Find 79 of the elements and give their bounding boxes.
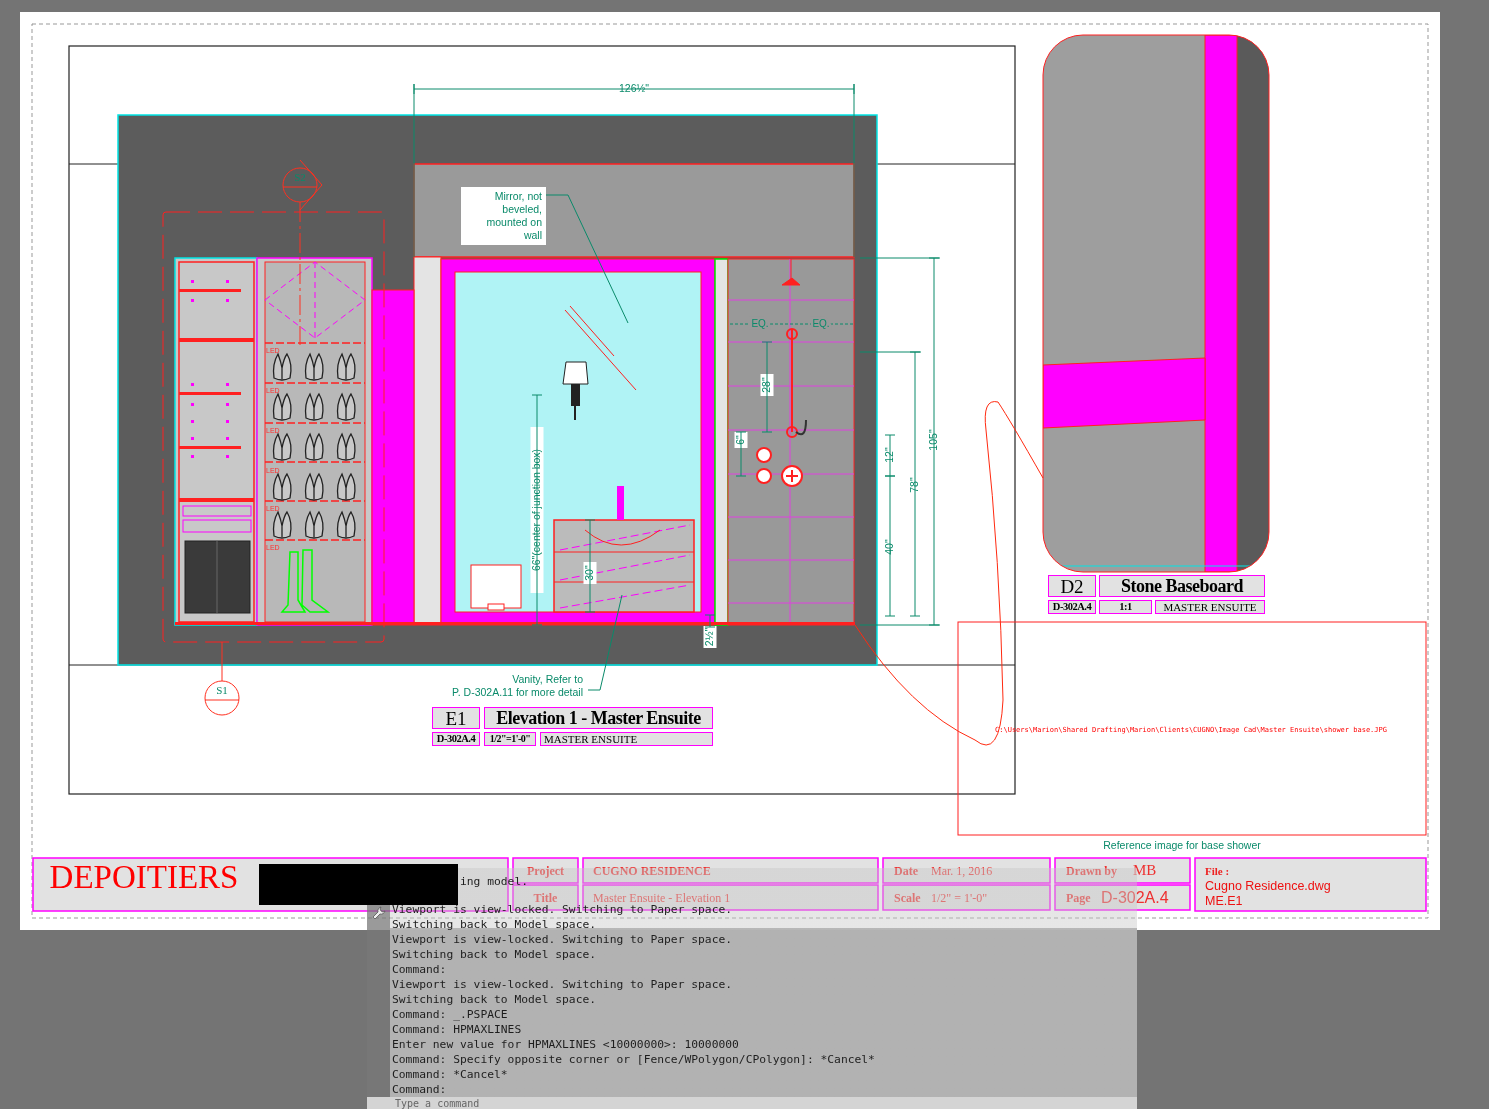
shoe-icon — [304, 473, 324, 501]
field-value: Cugno Residence.dwg — [1205, 879, 1331, 894]
wall-sconce-icon — [562, 361, 589, 421]
dimension-label: 105" — [926, 429, 939, 451]
dimension-line — [704, 614, 716, 628]
shoe-icon — [304, 511, 324, 539]
shoe-icon — [304, 433, 324, 461]
shoe-icon — [336, 473, 356, 501]
command-history-line: Enter new value for HPMAXLINES <10000000>: 10000000 — [392, 1037, 740, 1052]
sheet-reference: D-302A.4 — [1048, 600, 1096, 614]
equal-mark: EQ. — [751, 317, 769, 329]
equal-mark: EQ. — [812, 317, 830, 329]
view-title: Stone Baseboard — [1099, 575, 1265, 597]
field-value: Mar. 1, 2016 — [931, 863, 993, 878]
command-history-line: Command: Specify opposite corner or [Fence/WPolygon/CPolygon]: *Cancel* — [392, 1052, 876, 1067]
shoe-icon — [304, 393, 324, 421]
command-history-line: Command: _.PSPACE — [392, 1007, 509, 1022]
command-history-line: Command: — [392, 1082, 448, 1097]
view-id: D2 — [1048, 575, 1096, 597]
waste-bin-drawing — [470, 564, 522, 611]
field-value: Master Ensuite - Elevation 1 — [593, 890, 731, 905]
image-caption: Reference image for base shower — [1103, 838, 1261, 851]
shoe-icon — [336, 511, 356, 539]
command-history-line: Viewport is view-locked. Switching to Paper space. — [392, 932, 734, 947]
command-history-line: Switching back to Model space. — [392, 917, 598, 932]
dimension-label: 126½" — [619, 81, 649, 94]
sheet-reference: D-302A.4 — [432, 732, 480, 746]
shoe-icon — [272, 433, 292, 461]
annotation-note: Vanity, Refer to P. D-302A.11 for more detail — [451, 673, 583, 699]
scale-label: 1/2"=1'-0" — [484, 732, 536, 746]
shoe-icon — [304, 353, 324, 381]
field-value: 1/2" = 1'-0" — [931, 890, 988, 905]
command-history-line: Viewport is view-locked. Switching to Paper space. — [392, 977, 734, 992]
room-label: MASTER ENSUITE — [1155, 600, 1265, 614]
field-label: Page — [1066, 890, 1091, 905]
dimension-label: 40" — [882, 539, 895, 555]
field-value: ME.E1 — [1205, 894, 1243, 909]
shoe-icon — [272, 353, 292, 381]
field-label: Title — [533, 890, 558, 905]
command-input-field[interactable]: Type a command — [367, 1097, 1137, 1109]
view-id: E1 — [432, 707, 480, 729]
command-history-line: Command: *Cancel* — [392, 1067, 509, 1082]
dimension-label: 78" — [907, 477, 920, 493]
command-history-line: Switching back to Model space. — [392, 947, 598, 962]
field-value: MB — [1133, 862, 1157, 879]
command-history-line: Switching back to Model space. — [392, 992, 598, 1007]
dimension-line — [735, 431, 747, 477]
command-history-line: Command: HPMAXLINES — [392, 1022, 523, 1037]
field-label: File : — [1205, 864, 1230, 877]
field-label: Drawn by — [1066, 863, 1117, 878]
field-value: D-302A.4 — [1101, 889, 1169, 907]
shoe-icon — [272, 393, 292, 421]
shoe-icon — [336, 433, 356, 461]
field-label: Scale — [894, 890, 921, 905]
section-marker-label: S2 — [294, 170, 306, 183]
dimension-label: 6" — [733, 435, 746, 445]
scale-label: 1:1 — [1099, 600, 1152, 614]
section-marker-label: S1 — [216, 683, 228, 696]
dimension-label: 2½" — [702, 627, 715, 647]
annotation-note: Mirror, not beveled, mounted on wall — [461, 187, 546, 245]
dimension-label: 66"(center of junction box) — [529, 448, 542, 572]
company-name: DEPOITIERS — [49, 858, 239, 895]
view-title: Elevation 1 - Master Ensuite — [484, 707, 713, 729]
field-label: Project — [526, 863, 565, 878]
shoe-icon — [272, 473, 292, 501]
shoe-icon — [272, 511, 292, 539]
dimension-label: 28" — [759, 377, 772, 393]
field-label: Date — [894, 863, 918, 878]
shoe-icon — [336, 393, 356, 421]
command-history-line: ing model. — [460, 875, 528, 889]
command-input[interactable]: Type a command — [395, 1097, 695, 1109]
command-history-line: Viewport is view-locked. Switching to Paper space. — [392, 902, 734, 917]
room-label: MASTER ENSUITE — [540, 732, 713, 746]
dimension-label: 12" — [882, 447, 895, 463]
command-history-line: Command: — [392, 962, 448, 977]
shoe-icon — [336, 353, 356, 381]
wrench-icon — [371, 906, 386, 920]
dimension-label: 30" — [582, 565, 595, 581]
field-value: CUGNO RESIDENCE — [593, 863, 711, 878]
